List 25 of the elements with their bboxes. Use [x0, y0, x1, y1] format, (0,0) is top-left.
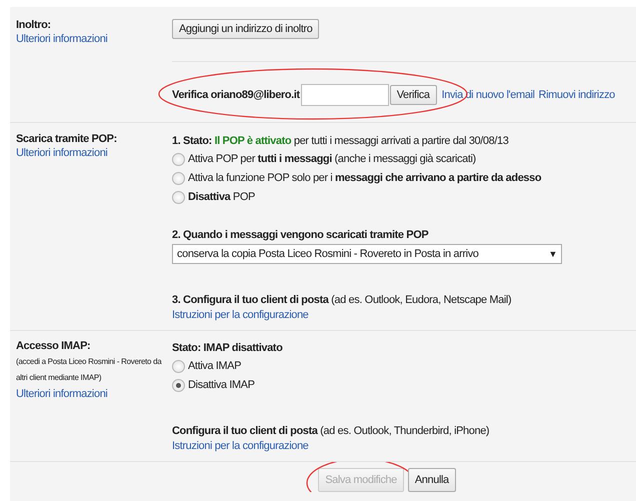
section-heading: 2. Quando i messaggi vengono scaricati tramite POP [172, 229, 428, 241]
section-title: Scarica tramite POP: [16, 133, 117, 145]
setup-instructions-link[interactable]: Istruzioni per la configurazione [172, 309, 308, 321]
imap-status: Stato: IMAP disattivato [172, 342, 282, 354]
imap-description: (accedi a Posta Liceo Rosmini - Rovereto da altri client mediante IMAP) [16, 356, 163, 384]
add-forwarding-button[interactable]: Aggiungi un indirizzo di inoltro [172, 19, 320, 39]
section-title: Inoltro: [16, 19, 51, 31]
cancel-button[interactable]: Annulla [408, 468, 456, 492]
more-info-link[interactable]: Ulteriori informazioni [16, 388, 108, 400]
verify-button[interactable]: Verifica [390, 85, 437, 105]
more-info-link[interactable]: Ulteriori informazioni [16, 33, 108, 45]
imap-radio-option[interactable]: Attiva IMAP [172, 357, 242, 376]
pop-radio-option[interactable]: Attiva la funzione POP solo per i messaggi che arrivano a partire da adesso [172, 169, 542, 188]
imap-radio-option[interactable]: Disattiva IMAP [172, 376, 255, 395]
pop-action-dropdown[interactable]: conserva la copia Posta Liceo Rosmini - Rovereto in Posta in arrivo ▼ [172, 244, 562, 264]
pop-radio-option[interactable]: Attiva POP per tutti i messaggi (anche i messaggi già scaricati) [172, 150, 476, 169]
verify-label: Verifica oriano89@libero.it [172, 89, 300, 101]
configure-text: 3. Configura il tuo client di posta (ad es. Outlook, Eudora, Netscape Mail) [172, 294, 512, 306]
section-title: Accesso IMAP: [16, 340, 90, 352]
configure-text: Configura il tuo client di posta (ad es. Outlook, Thunderbird, iPhone) [172, 425, 490, 437]
more-info-link[interactable]: Ulteriori informazioni [16, 147, 108, 159]
pop-radio-option[interactable]: Disattiva POP [172, 188, 255, 207]
pop-status-text: 1. Stato: Il POP è attivato per tutti i messaggi arrivati a partire dal 30/08/13 [172, 134, 508, 149]
setup-instructions-link[interactable]: Istruzioni per la configurazione [172, 440, 308, 452]
verify-link[interactable]: Rimuovi indirizzo [538, 89, 615, 101]
